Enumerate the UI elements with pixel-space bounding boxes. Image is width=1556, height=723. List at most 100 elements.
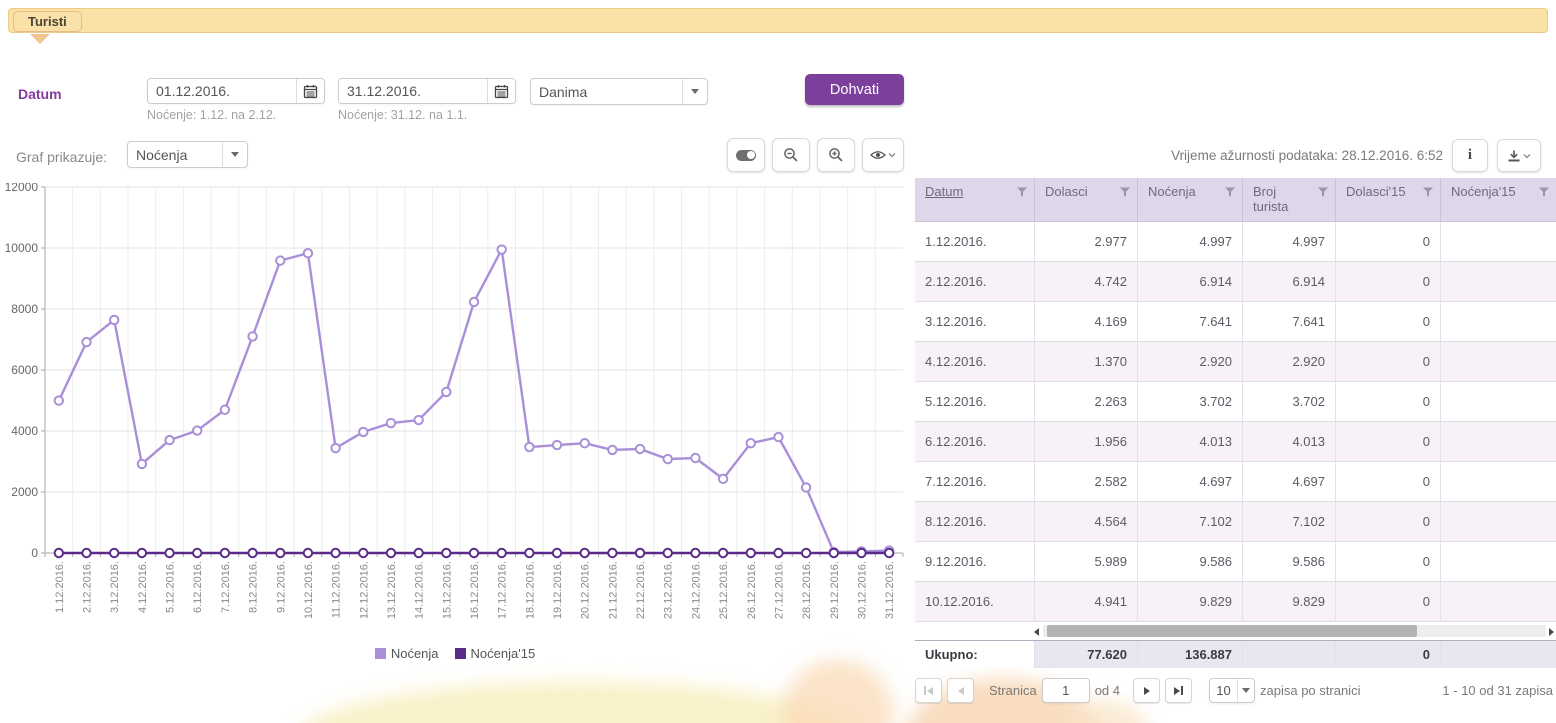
svg-text:17.12.2016.: 17.12.2016. bbox=[497, 561, 509, 619]
svg-text:2.12.2016.: 2.12.2016. bbox=[82, 561, 94, 613]
table-row[interactable]: 4.12.2016.1.3702.9202.9200 bbox=[915, 342, 1556, 382]
legend-item[interactable]: Noćenja bbox=[375, 646, 439, 661]
filter-icon[interactable] bbox=[1225, 187, 1235, 197]
cell-value: 5.989 bbox=[1035, 542, 1138, 581]
svg-text:5.12.2016.: 5.12.2016. bbox=[165, 561, 177, 613]
tab-turisti[interactable]: Turisti bbox=[13, 11, 82, 32]
cell-value: 1.370 bbox=[1035, 342, 1138, 381]
cell-value: 4.997 bbox=[1138, 222, 1243, 261]
filter-icon[interactable] bbox=[1423, 187, 1433, 197]
chart-legend: Noćenja Noćenja'15 bbox=[5, 646, 905, 661]
prikaz-po-value: Danima bbox=[531, 79, 683, 104]
cell-value: 4.013 bbox=[1243, 422, 1336, 461]
filter-icon[interactable] bbox=[1539, 187, 1549, 197]
cell-value: 9.829 bbox=[1138, 582, 1243, 621]
calendar-button-from[interactable] bbox=[296, 79, 324, 103]
svg-text:10000: 10000 bbox=[5, 241, 38, 255]
legend-swatch bbox=[455, 648, 466, 659]
table-hscrollbar[interactable] bbox=[915, 622, 1556, 640]
calendar-icon bbox=[494, 84, 509, 99]
scrollbar-thumb[interactable] bbox=[1047, 625, 1417, 637]
total-value bbox=[1441, 641, 1556, 668]
column-header-1[interactable]: Datum bbox=[915, 178, 1035, 221]
cell-value: 9.586 bbox=[1138, 542, 1243, 581]
column-header-6[interactable]: Noćenja'15 bbox=[1441, 178, 1556, 221]
svg-text:1.12.2016.: 1.12.2016. bbox=[54, 561, 66, 613]
datum-label: Datum bbox=[18, 86, 62, 102]
svg-text:27.12.2016.: 27.12.2016. bbox=[773, 561, 785, 619]
graf-prikazuje-select[interactable]: Noćenja bbox=[127, 141, 248, 168]
table-row[interactable]: 9.12.2016.5.9899.5869.5860 bbox=[915, 542, 1556, 582]
zoom-out-button[interactable] bbox=[772, 138, 810, 172]
column-header-2[interactable]: Dolasci bbox=[1035, 178, 1138, 221]
table-header: DatumDolasciNoćenjaBroj turistaDolasci'1… bbox=[915, 178, 1556, 222]
export-button[interactable] bbox=[1497, 139, 1541, 172]
cell-value: 4.941 bbox=[1035, 582, 1138, 621]
last-page-button[interactable] bbox=[1165, 678, 1192, 703]
cell-value: 4.169 bbox=[1035, 302, 1138, 341]
table-row[interactable]: 10.12.2016.4.9419.8299.8290 bbox=[915, 582, 1556, 622]
cell-value bbox=[1441, 542, 1556, 581]
first-page-button[interactable] bbox=[915, 678, 942, 703]
svg-text:24.12.2016.: 24.12.2016. bbox=[690, 561, 702, 619]
table-row[interactable]: 5.12.2016.2.2633.7023.7020 bbox=[915, 382, 1556, 422]
cell-value: 7.641 bbox=[1138, 302, 1243, 341]
table-row[interactable]: 6.12.2016.1.9564.0134.0130 bbox=[915, 422, 1556, 462]
svg-text:22.12.2016.: 22.12.2016. bbox=[635, 561, 647, 619]
cell-value: 0 bbox=[1336, 222, 1441, 261]
prikaz-po-select[interactable]: Prikaz po Danima bbox=[530, 78, 708, 105]
cell-value: 2.920 bbox=[1138, 342, 1243, 381]
total-value: 0 bbox=[1336, 641, 1441, 668]
svg-text:6000: 6000 bbox=[11, 363, 38, 377]
cell-datum: 7.12.2016. bbox=[915, 462, 1035, 501]
cell-value: 4.564 bbox=[1035, 502, 1138, 541]
legend-item[interactable]: Noćenja'15 bbox=[455, 646, 536, 661]
page-size-select[interactable]: 10 bbox=[1209, 678, 1255, 703]
next-page-button[interactable] bbox=[1133, 678, 1160, 703]
scroll-left-icon[interactable] bbox=[1034, 628, 1039, 636]
cell-value: 0 bbox=[1336, 262, 1441, 301]
page-number-input[interactable] bbox=[1042, 678, 1090, 703]
date-from-field: Od bbox=[147, 78, 325, 104]
scroll-right-icon[interactable] bbox=[1549, 628, 1554, 636]
dohvati-button[interactable]: Dohvati bbox=[805, 74, 904, 105]
column-header-5[interactable]: Dolasci'15 bbox=[1336, 178, 1441, 221]
date-to-input[interactable] bbox=[339, 79, 487, 103]
chevron-down-icon bbox=[1523, 153, 1531, 159]
date-from-hint: Noćenje: 1.12. na 2.12. bbox=[147, 108, 276, 122]
table-row[interactable]: 2.12.2016.4.7426.9146.9140 bbox=[915, 262, 1556, 302]
table-row[interactable]: 1.12.2016.2.9774.9974.9970 bbox=[915, 222, 1556, 262]
chevron-down-icon bbox=[1238, 688, 1254, 693]
cell-value: 0 bbox=[1336, 582, 1441, 621]
table-row[interactable]: 8.12.2016.4.5647.1027.1020 bbox=[915, 502, 1556, 542]
table-body: 1.12.2016.2.9774.9974.99702.12.2016.4.74… bbox=[915, 222, 1556, 622]
svg-text:7.12.2016.: 7.12.2016. bbox=[220, 561, 232, 613]
cell-value: 4.697 bbox=[1243, 462, 1336, 501]
column-header-3[interactable]: Noćenja bbox=[1138, 178, 1243, 221]
column-header-4[interactable]: Broj turista bbox=[1243, 178, 1336, 221]
filter-icon[interactable] bbox=[1318, 187, 1328, 197]
svg-text:28.12.2016.: 28.12.2016. bbox=[801, 561, 813, 619]
cell-value bbox=[1441, 382, 1556, 421]
series-visibility-button[interactable] bbox=[862, 138, 904, 172]
zoom-in-button[interactable] bbox=[817, 138, 855, 172]
nocenja-line-chart[interactable]: 0200040006000800010000120001.12.2016.2.1… bbox=[5, 183, 912, 646]
tab-turisti-label: Turisti bbox=[28, 14, 67, 29]
table-row[interactable]: 7.12.2016.2.5824.6974.6970 bbox=[915, 462, 1556, 502]
chart-toggle-button[interactable] bbox=[727, 138, 765, 172]
svg-text:26.12.2016.: 26.12.2016. bbox=[746, 561, 758, 619]
filter-icon[interactable] bbox=[1120, 187, 1130, 197]
info-button[interactable]: i bbox=[1452, 139, 1488, 172]
page-label: Stranica bbox=[989, 683, 1037, 698]
previous-page-button[interactable] bbox=[947, 678, 974, 703]
table-row[interactable]: 3.12.2016.4.1697.6417.6410 bbox=[915, 302, 1556, 342]
filter-icon[interactable] bbox=[1017, 187, 1027, 197]
cell-value: 4.697 bbox=[1138, 462, 1243, 501]
cell-value: 6.914 bbox=[1138, 262, 1243, 301]
calendar-button-to[interactable] bbox=[487, 79, 515, 103]
svg-text:29.12.2016.: 29.12.2016. bbox=[829, 561, 841, 619]
svg-text:31.12.2016.: 31.12.2016. bbox=[884, 561, 896, 619]
svg-text:10.12.2016.: 10.12.2016. bbox=[303, 561, 315, 619]
date-from-input[interactable] bbox=[148, 79, 296, 103]
calendar-icon bbox=[303, 84, 318, 99]
